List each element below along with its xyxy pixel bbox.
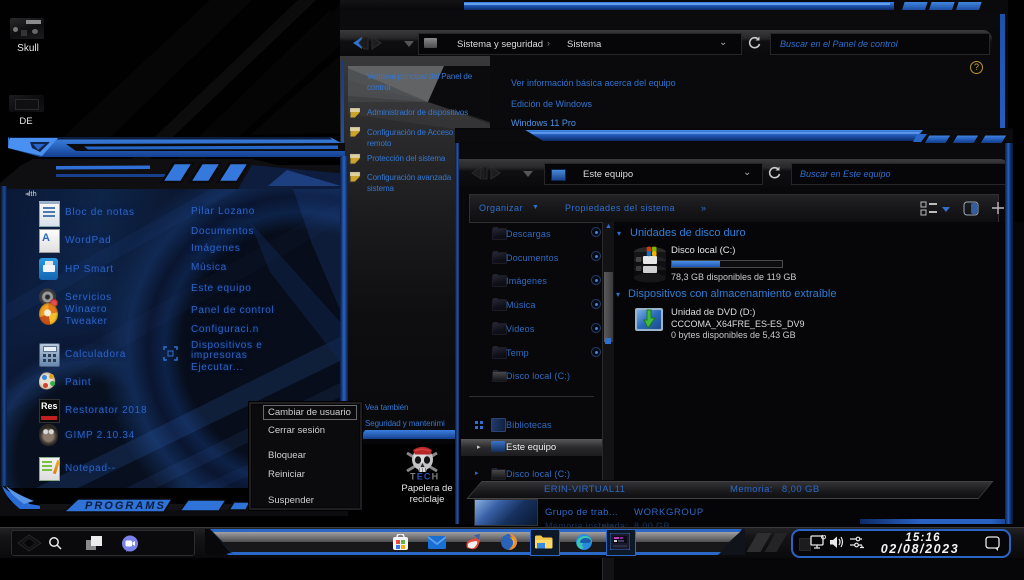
- svg-text:PROGRAMS: PROGRAMS: [85, 500, 166, 512]
- svg-text:TECH: TECH: [410, 472, 439, 482]
